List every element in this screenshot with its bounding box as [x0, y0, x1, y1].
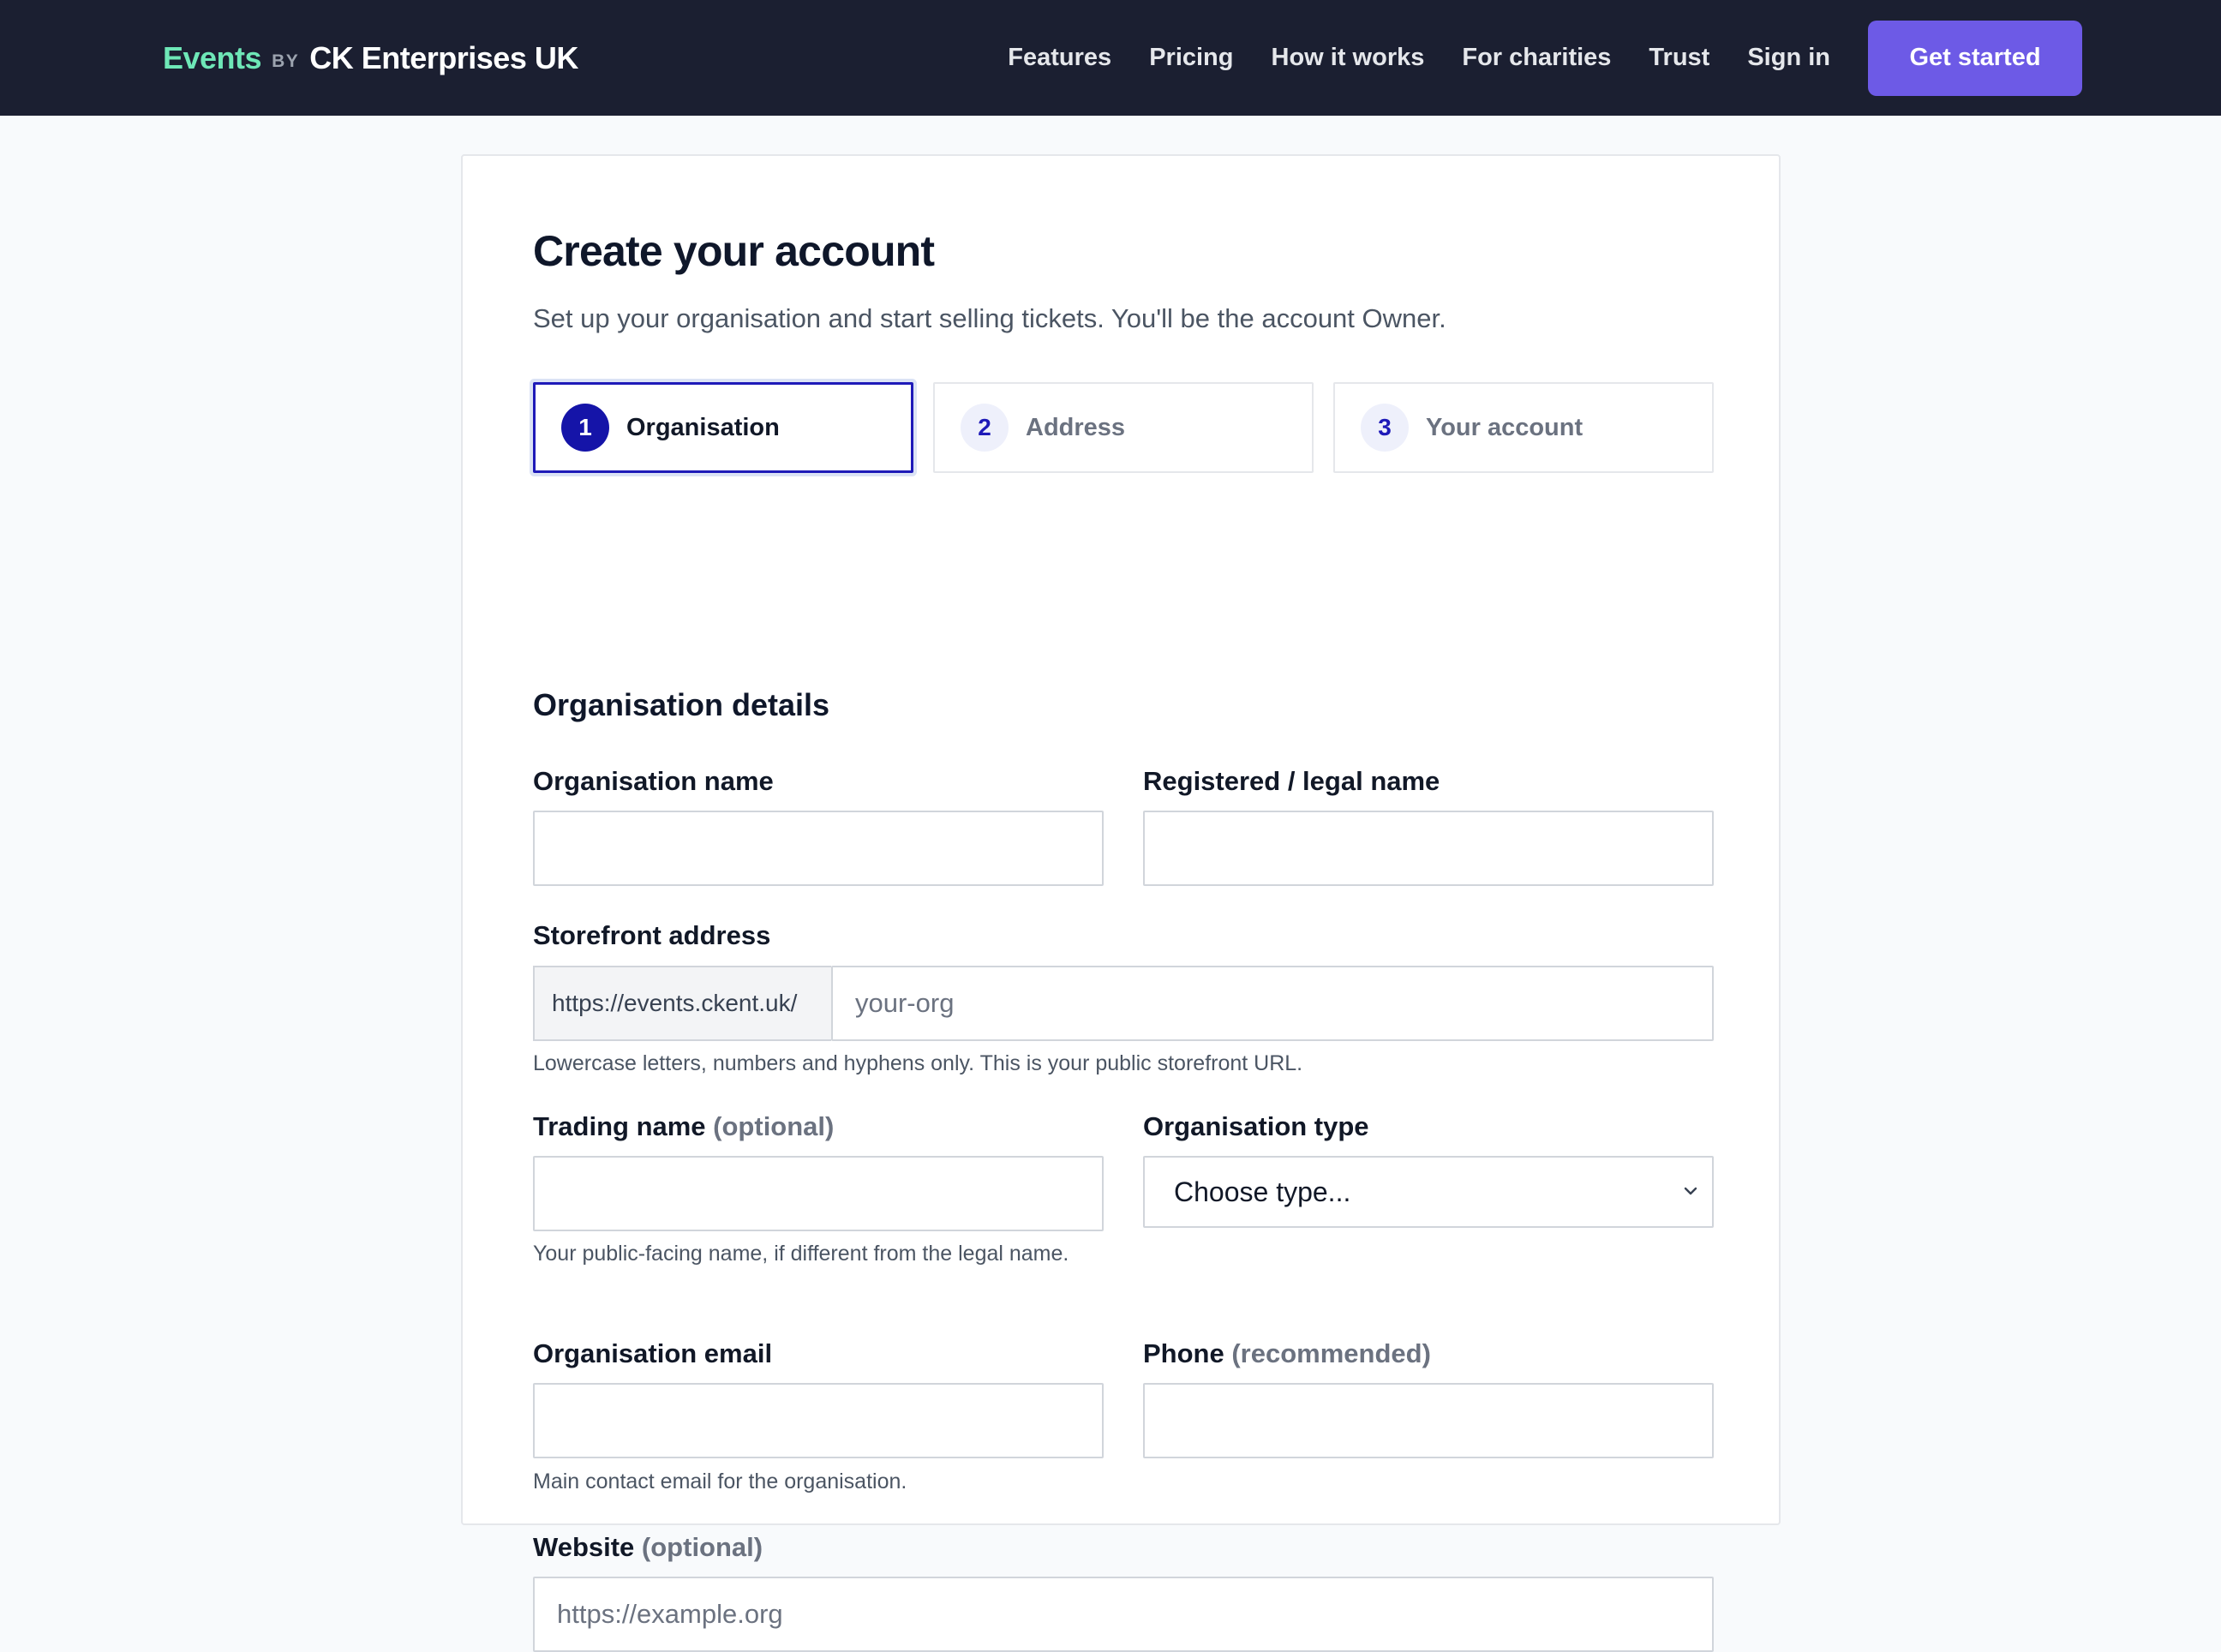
trading-name-input[interactable] — [533, 1156, 1104, 1231]
legal-name-label: Registered / legal name — [1143, 766, 1440, 796]
page-title: Create your account — [533, 227, 935, 275]
page-subtitle: Set up your organisation and start selli… — [533, 303, 1446, 333]
brand-company-text: CK Enterprises UK — [309, 39, 578, 75]
step-label: Organisation — [626, 413, 780, 441]
chevron-down-icon — [1684, 1187, 1697, 1195]
nav-link-sign-in[interactable]: Sign in — [1747, 44, 1830, 72]
nav-link-for-charities[interactable]: For charities — [1462, 44, 1611, 72]
org-email-label: Organisation email — [533, 1338, 773, 1368]
org-name-input[interactable] — [533, 811, 1104, 886]
step-number-badge: 1 — [561, 404, 609, 452]
step-label: Your account — [1426, 413, 1583, 441]
section-title-organisation-details: Organisation details — [533, 687, 830, 722]
website-label-text: Website — [533, 1532, 635, 1562]
legal-name-input[interactable] — [1143, 811, 1714, 886]
phone-recommended-tag: (recommended) — [1231, 1338, 1431, 1368]
signup-card: Create your account Set up your organisa… — [461, 154, 1781, 1652]
website-input[interactable] — [533, 1577, 1714, 1652]
step-your-account[interactable]: 3 Your account — [1333, 382, 1714, 473]
nav-link-pricing[interactable]: Pricing — [1149, 44, 1233, 72]
brand-by-text: BY — [272, 51, 300, 71]
org-email-hint: Main contact email for the organisation. — [533, 1469, 907, 1493]
nav-link-features[interactable]: Features — [1008, 44, 1111, 72]
org-name-label: Organisation name — [533, 766, 774, 796]
org-type-selected-value: Choose type... — [1174, 1176, 1351, 1207]
trading-name-label-text: Trading name — [533, 1111, 706, 1141]
brand-events-text: Events — [163, 39, 262, 75]
storefront-url-prefix: https://events.ckent.uk/ — [533, 966, 831, 1041]
storefront-address-group: https://events.ckent.uk/ — [533, 966, 1714, 1041]
nav-link-trust[interactable]: Trust — [1649, 44, 1709, 72]
get-started-button[interactable]: Get started — [1868, 20, 2082, 96]
phone-input[interactable] — [1143, 1383, 1714, 1458]
step-number-badge: 2 — [961, 404, 1009, 452]
org-type-select[interactable]: Choose type... — [1143, 1156, 1714, 1228]
step-number-badge: 3 — [1361, 404, 1409, 452]
step-label: Address — [1026, 413, 1126, 441]
trading-name-hint: Your public-facing name, if different fr… — [533, 1242, 1069, 1266]
signup-stepper: 1 Organisation 2 Address 3 Your account — [533, 382, 1714, 473]
phone-label-text: Phone — [1143, 1338, 1224, 1368]
website-label: Website (optional) — [533, 1532, 763, 1563]
trading-name-optional-tag: (optional) — [713, 1111, 835, 1141]
storefront-slug-input[interactable] — [831, 966, 1714, 1041]
trading-name-label: Trading name (optional) — [533, 1111, 834, 1142]
brand-logo[interactable]: Events BY CK Enterprises UK — [163, 0, 578, 116]
step-address[interactable]: 2 Address — [933, 382, 1314, 473]
org-email-input[interactable] — [533, 1383, 1104, 1458]
top-navigation-bar: Events BY CK Enterprises UK Features Pri… — [0, 0, 2221, 116]
phone-label: Phone (recommended) — [1143, 1338, 1431, 1369]
storefront-address-label: Storefront address — [533, 920, 771, 950]
storefront-hint: Lowercase letters, numbers and hyphens o… — [533, 1051, 1303, 1075]
nav-link-how-it-works[interactable]: How it works — [1272, 44, 1425, 72]
main-nav: Features Pricing How it works For charit… — [1008, 0, 2082, 116]
step-organisation[interactable]: 1 Organisation — [533, 382, 913, 473]
org-type-label: Organisation type — [1143, 1111, 1369, 1141]
website-optional-tag: (optional) — [641, 1532, 763, 1562]
